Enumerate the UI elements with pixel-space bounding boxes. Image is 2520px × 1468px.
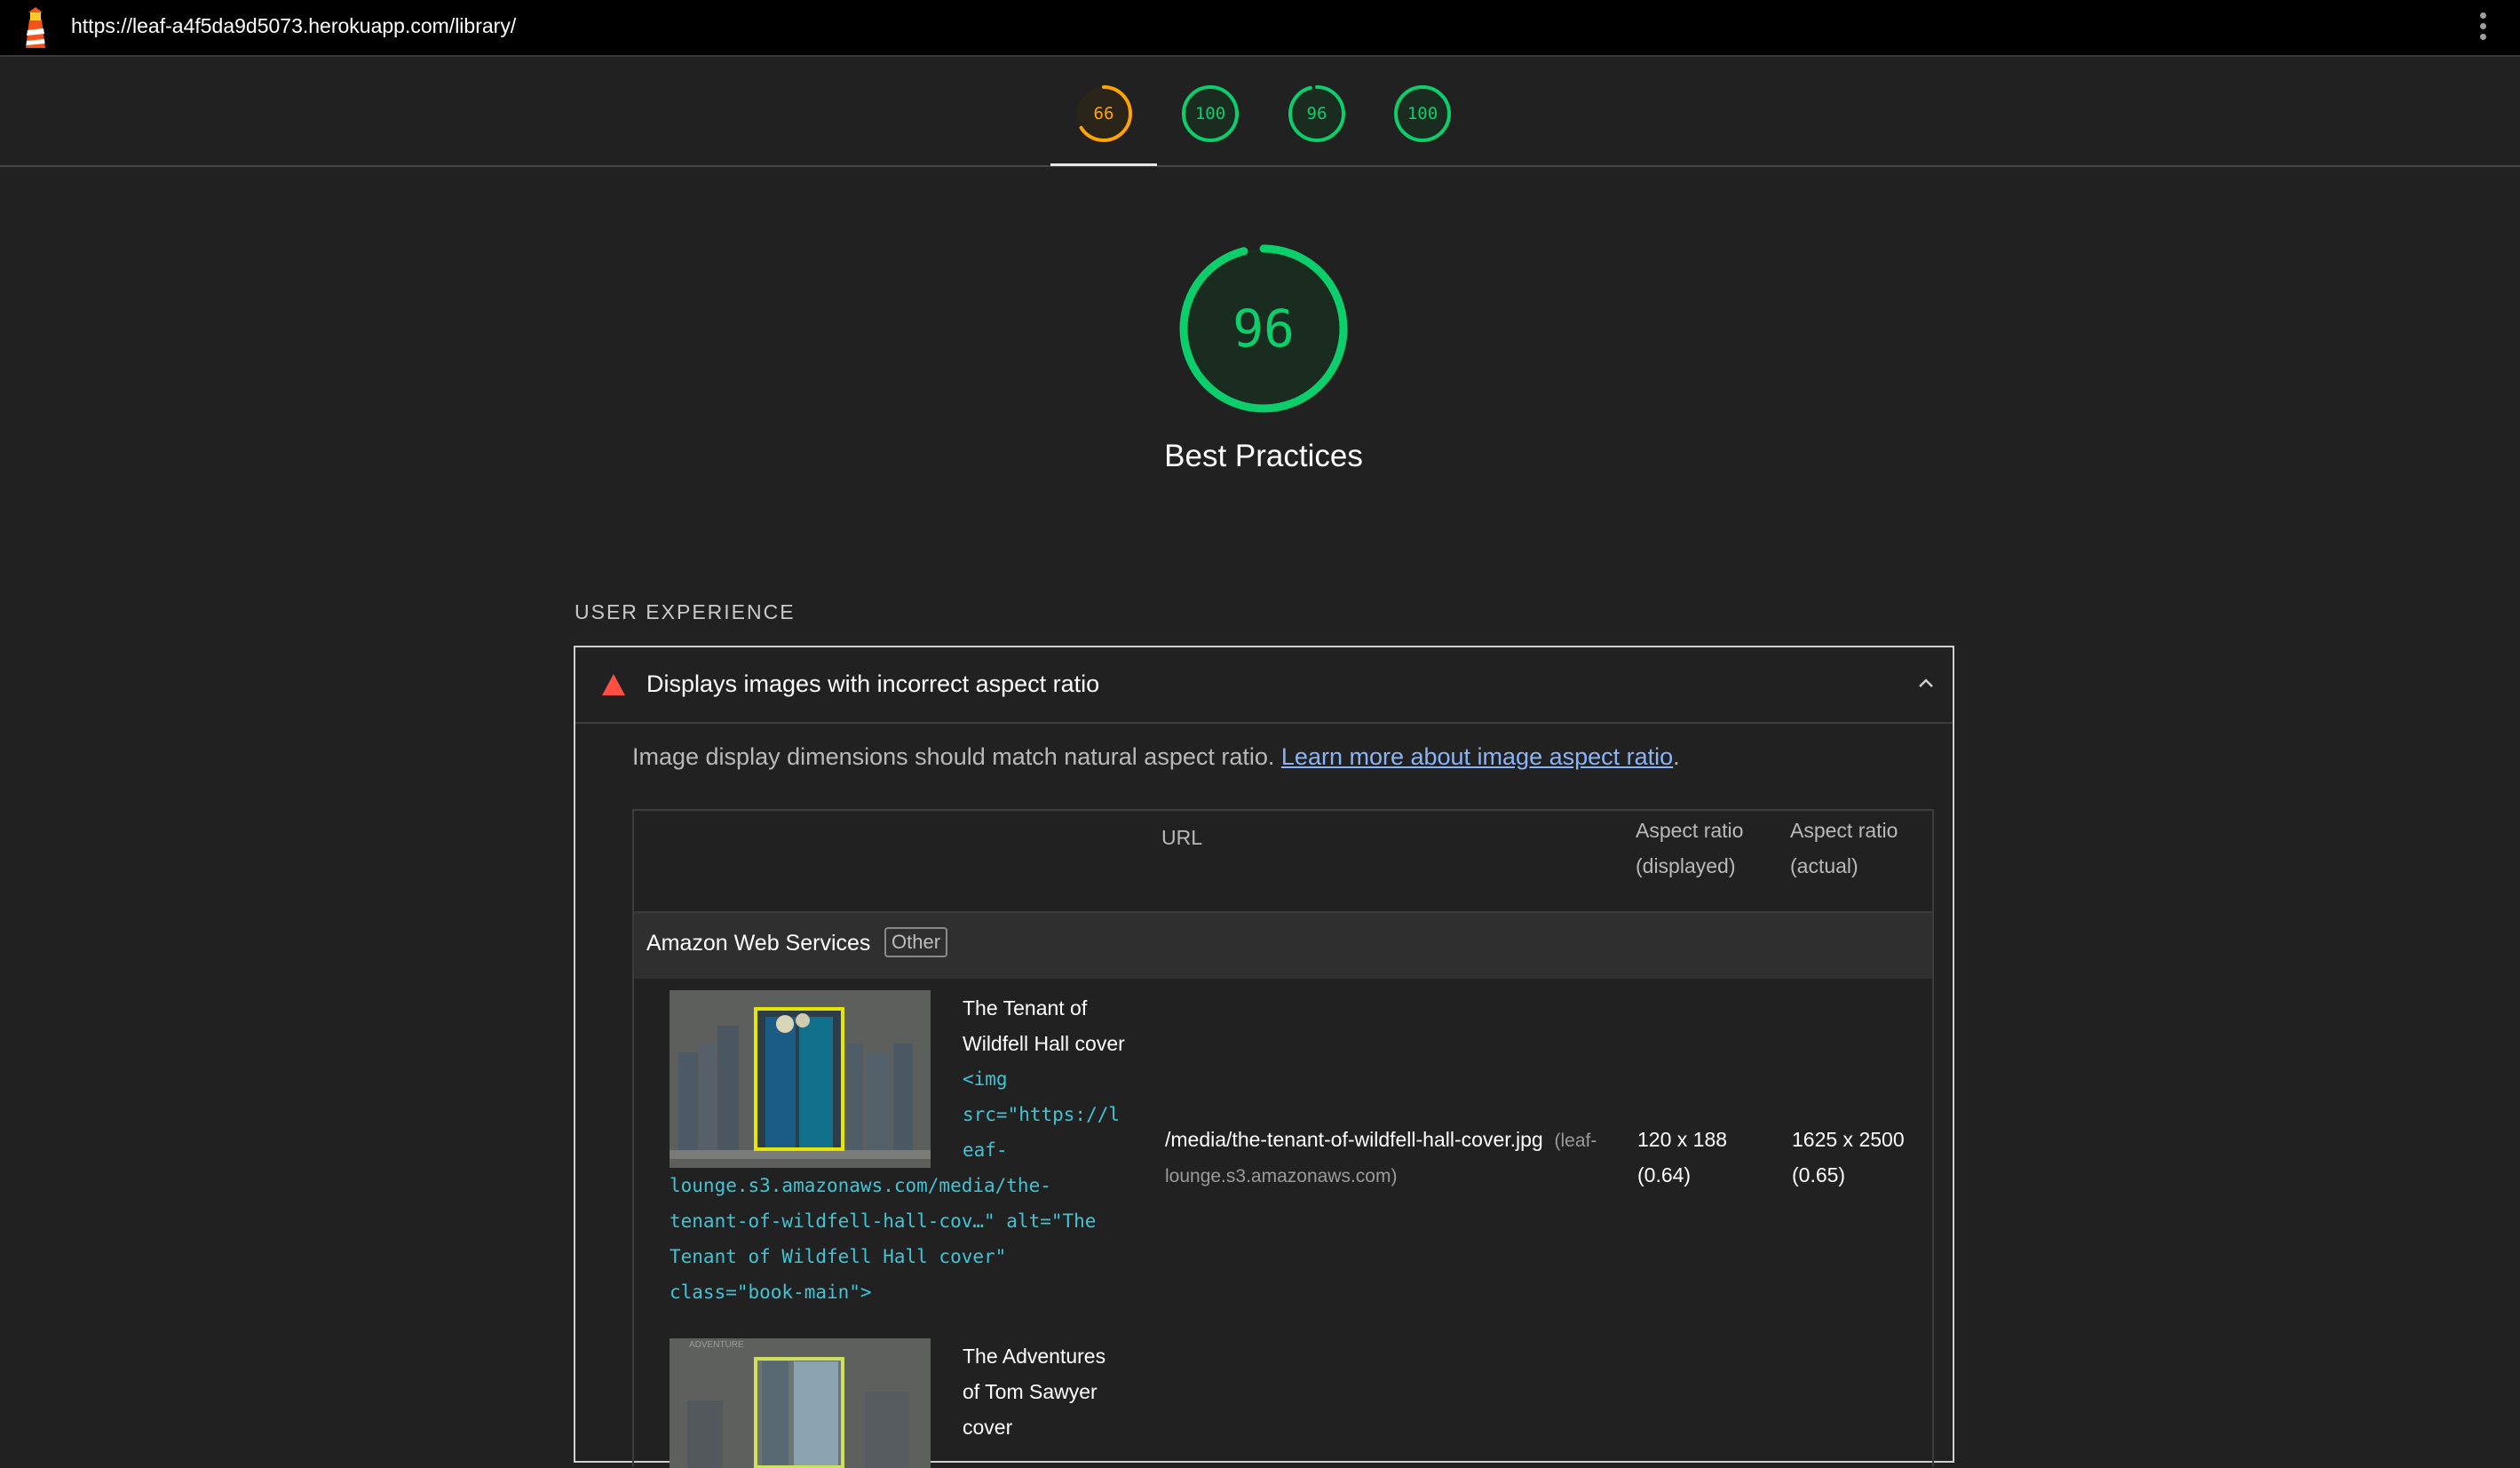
node-snippet-line: <img	[963, 1068, 1008, 1090]
header-displayed-line2: (displayed)	[1636, 854, 1736, 877]
node-snippet-line: src="https://l	[963, 1104, 1121, 1125]
category-title: Best Practices	[1164, 439, 1363, 473]
element-screenshot	[670, 990, 931, 1168]
node-label-line2: Wildfell Hall cover	[963, 1032, 1125, 1055]
node-snippet-line: tenant-of-wildfell-hall-cov…" alt="The	[670, 1210, 1097, 1232]
url-host: (leaf-	[1554, 1131, 1597, 1151]
header-displayed-line1: Aspect ratio	[1636, 819, 1744, 842]
learn-more-link[interactable]: Learn more about image aspect ratio	[1281, 743, 1673, 770]
resource-url-host: lounge.s3.amazonaws.com)	[1165, 1157, 1397, 1194]
active-tab-indicator	[1050, 163, 1157, 166]
displayed-ratio: (0.64)	[1637, 1163, 1692, 1186]
node-label-line1: The Adventures	[963, 1345, 1106, 1368]
actual-size: 1625 x 2500	[1792, 1128, 1905, 1151]
node-label-line2: of Tom Sawyer	[963, 1380, 1098, 1403]
bookshelf-thumbnail	[670, 990, 931, 1168]
audit-description: Image display dimensions should match na…	[632, 743, 1680, 771]
gauge-seo[interactable]: 100	[1393, 84, 1452, 143]
audit-panel: Displays images with incorrect aspect ra…	[574, 646, 1954, 1468]
actual-ratio: (0.65)	[1792, 1163, 1846, 1186]
entity-category-badge: Other	[884, 927, 948, 957]
gauge-score: 66	[1093, 104, 1114, 123]
gauge-score: 96	[1306, 104, 1327, 123]
gauge-performance[interactable]: 66	[1074, 84, 1133, 143]
category-gauge-bar: 66 100 96 100	[0, 57, 2520, 167]
audit-title: Displays images with incorrect aspect ra…	[646, 671, 1100, 697]
gauge-accessibility[interactable]: 100	[1181, 84, 1240, 143]
lighthouse-icon	[26, 7, 45, 48]
node-snippet-line: class="book-main">	[670, 1282, 872, 1303]
url-host-cont: lounge.s3.amazonaws.com)	[1165, 1166, 1398, 1186]
header-actual-line2: (actual)	[1790, 854, 1858, 877]
thumb-caption: ADVENTURE	[689, 1340, 744, 1350]
details-table: URL Aspect ratio (displayed) Aspect rati…	[632, 809, 1934, 1468]
node-label-line3: cover	[963, 1416, 1013, 1439]
gauge-best-practices[interactable]: 96	[1288, 84, 1346, 143]
kebab-menu-icon[interactable]	[2474, 12, 2492, 44]
best-practices-gauge: 96	[1177, 242, 1351, 416]
audit-header[interactable]: Displays images with incorrect aspect ra…	[575, 647, 1953, 724]
node-snippet-line: lounge.s3.amazonaws.com/media/the-	[670, 1175, 1051, 1196]
warning-triangle-icon	[602, 674, 625, 695]
browser-top-bar: https://leaf-a4f5da9d5073.herokuapp.com/…	[0, 0, 2520, 57]
node-snippet-line: Tenant of Wildfell Hall cover"	[670, 1246, 1007, 1267]
header-url: URL	[1161, 826, 1203, 849]
node-snippet-line: eaf-	[963, 1139, 1008, 1161]
page-url: https://leaf-a4f5da9d5073.herokuapp.com/…	[71, 14, 517, 37]
gauge-score: 100	[1407, 104, 1438, 123]
section-title: USER EXPERIENCE	[575, 600, 796, 623]
entity-group-row: Amazon Web Services Other	[634, 911, 1932, 979]
description-end: .	[1673, 743, 1680, 770]
header-actual-line1: Aspect ratio	[1790, 819, 1898, 842]
chevron-up-icon[interactable]	[1917, 676, 1935, 690]
url-path: /media/the-tenant-of-wildfell-hall-cover…	[1165, 1128, 1543, 1151]
entity-name: Amazon Web Services	[646, 931, 871, 956]
displayed-size: 120 x 188	[1637, 1128, 1728, 1151]
gauge-score: 100	[1194, 104, 1226, 123]
resource-url[interactable]: /media/the-tenant-of-wildfell-hall-cover…	[1165, 1122, 1597, 1159]
bookshelf-thumbnail: ADVENTURE	[670, 1338, 931, 1468]
gauge-score: 96	[1232, 298, 1295, 359]
description-text: Image display dimensions should match na…	[632, 743, 1275, 770]
element-screenshot: ADVENTURE	[670, 1338, 931, 1468]
node-label-line1: The Tenant of	[963, 996, 1088, 1020]
